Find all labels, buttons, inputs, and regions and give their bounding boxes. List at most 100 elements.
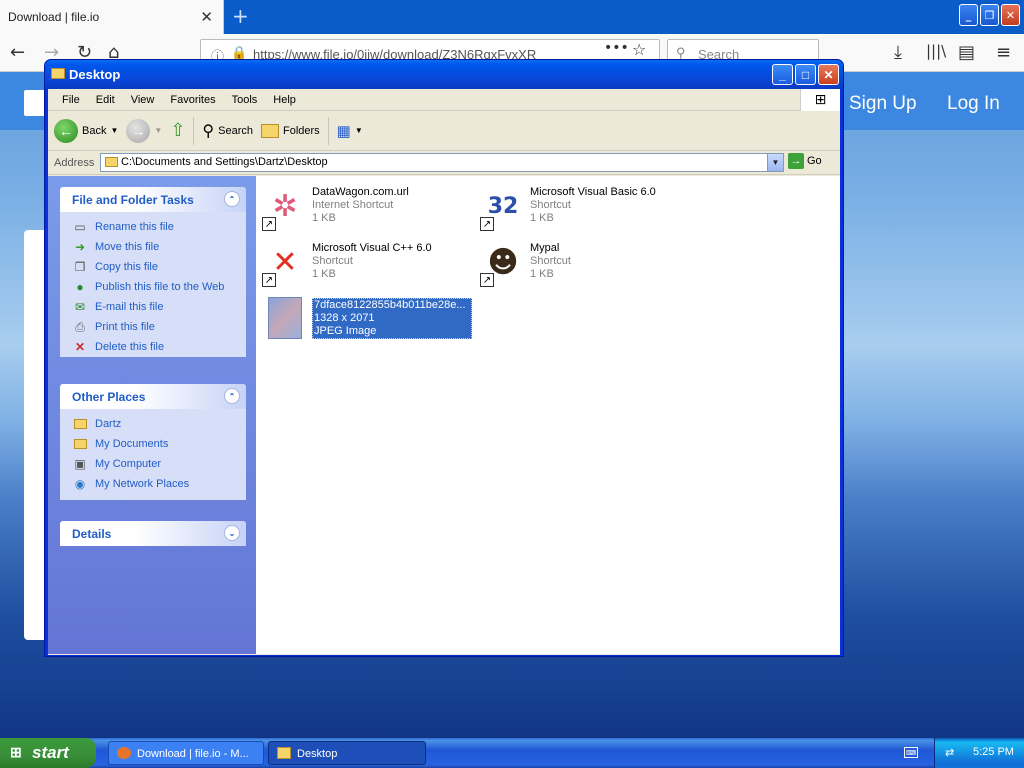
folders-button[interactable]: Folders — [260, 123, 320, 138]
toolbar: ← Back ▼ → ▼ ⇧ ⚲ Search Folders ▦ ▼ — [48, 111, 840, 151]
go-button[interactable]: → Go — [788, 153, 822, 169]
details-header[interactable]: Details ⌄ — [60, 521, 246, 546]
tab-title: Download | file.io — [8, 10, 100, 24]
menu-tools[interactable]: Tools — [224, 94, 266, 106]
file-size: 1 KB — [530, 268, 554, 280]
shortcut-arrow-icon: ↗ — [480, 217, 494, 231]
clock[interactable]: 5:25 PM — [973, 746, 1014, 758]
browser-tab[interactable]: Download | file.io ✕ — [0, 0, 224, 34]
email-task[interactable]: ✉ E-mail this file — [60, 297, 246, 317]
keyboard-icon[interactable]: ⌨ — [904, 747, 918, 758]
file-name: DataWagon.com.url — [312, 186, 409, 198]
task-label: Desktop — [297, 748, 338, 760]
collapse-chevron-icon[interactable]: ⌃ — [224, 191, 240, 207]
menu-favorites[interactable]: Favorites — [162, 94, 223, 106]
task-label: Download | file.io - M... — [137, 748, 249, 760]
back-dropdown-icon[interactable]: ▼ — [110, 126, 118, 135]
menu-help[interactable]: Help — [265, 94, 304, 106]
folders-label: Folders — [282, 124, 320, 137]
folders-icon — [260, 123, 279, 138]
file-name: 7dface8122855b4b011be28e... — [314, 299, 466, 311]
taskbar-task-browser[interactable]: Download | file.io - M... — [108, 741, 264, 765]
minimize-button[interactable]: _ — [772, 64, 793, 85]
window-titlebar[interactable]: Desktop _ □ ✕ — [45, 60, 843, 89]
shortcut-arrow-icon: ↗ — [262, 273, 276, 287]
toolbar-separator — [327, 116, 329, 145]
menu-edit[interactable]: Edit — [88, 94, 123, 106]
views-icon: ▦ — [336, 122, 351, 140]
login-link[interactable]: Log In — [947, 93, 1000, 115]
task-label: E-mail this file — [95, 301, 164, 313]
close-tab-icon[interactable]: ✕ — [200, 8, 213, 26]
go-arrow-icon: → — [788, 153, 804, 169]
up-folder-icon: ⇧ — [170, 120, 186, 140]
documents-folder-icon — [72, 436, 88, 452]
start-button[interactable]: ⊞ start — [0, 738, 96, 768]
email-icon: ✉ — [74, 300, 86, 314]
place-label: My Network Places — [95, 478, 190, 490]
address-input[interactable]: C:\Documents and Settings\Dartz\Desktop … — [100, 153, 784, 172]
forward-dropdown-icon[interactable]: ▼ — [154, 126, 162, 135]
back-arrow-icon[interactable]: ← — [10, 42, 25, 63]
file-item-selected[interactable]: 7dface8122855b4b011be28e... 1328 x 2071 JP… — [258, 293, 476, 343]
menu-icon[interactable]: ≡ — [996, 42, 1011, 63]
menu-file[interactable]: File — [54, 94, 88, 106]
back-button[interactable]: ← Back ▼ — [54, 118, 118, 143]
signup-link[interactable]: Sign Up — [849, 93, 917, 115]
sidebar-icon[interactable]: ▤ — [958, 42, 975, 63]
folder-icon — [72, 416, 88, 432]
task-label: Delete this file — [95, 341, 165, 353]
file-size: 1 KB — [530, 212, 554, 224]
library-icon[interactable]: |||\ — [926, 42, 946, 60]
file-type: Internet Shortcut — [312, 199, 394, 211]
menu-view[interactable]: View — [123, 94, 163, 106]
task-label: Copy this file — [95, 261, 158, 273]
place-label: My Computer — [95, 458, 162, 470]
page-actions-icon[interactable]: ••• — [604, 40, 629, 56]
globe-icon: ● — [76, 280, 84, 294]
site-logo[interactable] — [24, 90, 46, 116]
bookmark-star-icon[interactable]: ☆ — [632, 40, 646, 59]
up-folder-button[interactable]: ⇧ — [170, 120, 185, 141]
file-item[interactable]: ✲ ↗ DataWagon.com.url Internet Shortcut 1 … — [258, 181, 476, 231]
address-text: C:\Documents and Settings\Dartz\Desktop — [121, 156, 328, 168]
search-label: Search — [218, 124, 253, 137]
window-controls: _ □ ✕ — [772, 64, 839, 85]
file-tasks-header[interactable]: File and Folder Tasks ⌃ — [60, 187, 246, 212]
close-icon[interactable]: ✕ — [1001, 4, 1020, 26]
collapse-chevron-icon[interactable]: ⌃ — [224, 388, 240, 404]
forward-icon: → — [126, 118, 151, 143]
views-button[interactable]: ▦ ▼ — [337, 122, 363, 140]
move-task[interactable]: ➜ Move this file — [60, 237, 246, 257]
publish-task[interactable]: ● Publish this file to the Web — [60, 277, 246, 297]
minimize-icon[interactable]: _ — [959, 4, 978, 26]
copy-task[interactable]: ❐ Copy this file — [60, 257, 246, 277]
print-task[interactable]: ⎙ Print this file — [60, 317, 246, 337]
new-tab-button[interactable]: + — [232, 4, 249, 28]
close-button[interactable]: ✕ — [818, 64, 839, 85]
place-label: My Documents — [95, 438, 169, 450]
other-places-header[interactable]: Other Places ⌃ — [60, 384, 246, 409]
place-my-computer[interactable]: ▣ My Computer — [60, 454, 246, 474]
views-dropdown-icon[interactable]: ▼ — [355, 126, 363, 135]
maximize-button[interactable]: □ — [795, 64, 816, 85]
file-item[interactable]: ✕ ↗ Microsoft Visual C++ 6.0 Shortcut 1 KB — [258, 237, 476, 287]
address-dropdown-icon[interactable]: ▼ — [767, 154, 783, 171]
shortcut-arrow-icon: ↗ — [480, 273, 494, 287]
window-title: Desktop — [69, 67, 121, 82]
restore-icon[interactable]: ❐ — [980, 4, 999, 26]
file-item[interactable]: ☻ ↗ Mypal Shortcut 1 KB — [476, 237, 694, 287]
rename-task[interactable]: ▭ Rename this file — [60, 217, 246, 237]
search-button[interactable]: ⚲ Search — [202, 121, 253, 141]
download-icon[interactable]: ⤓ — [894, 42, 902, 63]
place-dartz[interactable]: Dartz — [60, 414, 246, 434]
network-tray-icon[interactable]: ⇄ — [945, 746, 954, 759]
place-network[interactable]: ◉ My Network Places — [60, 474, 246, 494]
taskbar-task-desktop[interactable]: Desktop — [268, 741, 426, 765]
forward-button[interactable]: → ▼ — [126, 118, 162, 143]
file-item[interactable]: 32 ↗ Microsoft Visual Basic 6.0 Shortcut 1… — [476, 181, 694, 231]
expand-chevron-icon[interactable]: ⌄ — [224, 525, 240, 541]
place-my-documents[interactable]: My Documents — [60, 434, 246, 454]
delete-task[interactable]: ✕ Delete this file — [60, 337, 246, 357]
address-label: Address — [54, 156, 95, 169]
